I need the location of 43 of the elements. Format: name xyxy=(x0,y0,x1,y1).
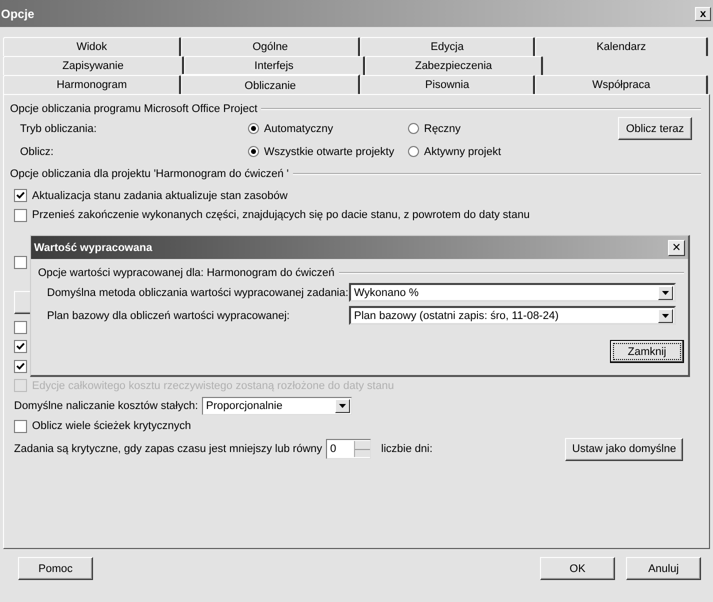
spin-field[interactable]: 0 xyxy=(326,439,372,459)
tab[interactable]: Współpraca xyxy=(535,75,708,94)
dialog-button[interactable]: OK xyxy=(540,557,615,580)
checkbox-option[interactable]: Przenieś zakończenie wykonanych części, znajdujących się po dacie stanu, z powrotem do daty stanu xyxy=(10,206,536,225)
dropdown-field[interactable]: Wykonano % xyxy=(349,283,676,302)
radio-option[interactable]: Aktywny projekt xyxy=(408,146,618,158)
field-label: Tryb obliczania: xyxy=(19,122,98,134)
close-button[interactable]: x xyxy=(695,6,711,20)
field-label: Plan bazowy dla obliczeń wartości wypracowanej: xyxy=(47,310,291,322)
dropdown-field[interactable]: Proporcjonalnie xyxy=(202,397,352,415)
checkbox-option[interactable]: Oblicz wiele ścieżek krytycznych xyxy=(10,416,197,436)
checkbox-option[interactable]: Aktualizacja stanu zadania aktualizuje stan zasobów xyxy=(10,186,294,206)
field-label: Domyślne naliczanie kosztów stałych: xyxy=(14,400,198,412)
tab[interactable]: Widok xyxy=(3,37,182,56)
tab[interactable]: Kalendarz xyxy=(535,37,708,56)
tab[interactable]: Interfejs xyxy=(184,56,365,75)
tab[interactable]: Zabezpieczenia xyxy=(365,56,543,75)
field-label: Domyślna metoda obliczania wartości wypracowanej zadania: xyxy=(47,286,349,298)
field-label: Oblicz: xyxy=(19,146,55,158)
field-label: liczbie dni: xyxy=(381,443,434,455)
tab[interactable]: Edycja xyxy=(360,37,536,56)
dropdown-field[interactable]: Plan bazowy (ostatni zapis: śro, 11-08-24) xyxy=(349,306,676,325)
tab[interactable]: Harmonogram xyxy=(3,75,182,94)
group-title: Opcje obliczania dla projektu 'Harmonogram do ćwiczeń ' xyxy=(10,168,289,180)
field-label: Zadania są krytyczne, gdy zapas czasu jest mniejszy lub równy xyxy=(14,443,322,455)
tab[interactable]: Zapisywanie xyxy=(3,56,184,75)
dialog-button[interactable]: Anuluj xyxy=(626,557,701,580)
radio-option[interactable]: Ręczny xyxy=(408,122,618,134)
window-title: Opcje xyxy=(0,6,34,20)
calculate-now-button[interactable]: Oblicz teraz xyxy=(618,117,692,140)
tab[interactable]: Ogólne xyxy=(181,37,360,56)
close-dialog-button[interactable]: Zamknij xyxy=(610,340,684,363)
set-default-button[interactable]: Ustaw jako domyślne xyxy=(565,438,684,460)
dialog-title: Wartość wypracowana xyxy=(34,242,152,254)
radio-option[interactable]: Wszystkie otwarte projekty xyxy=(248,146,408,158)
tab[interactable]: Obliczanie xyxy=(181,74,360,95)
group-title: Opcje obliczania programu Microsoft Office Project xyxy=(10,103,258,115)
close-button[interactable]: ✕ xyxy=(668,240,685,256)
group-title: Opcje wartości wypracowanej dla: Harmonogram do ćwiczeń xyxy=(38,267,335,279)
spinner-icon xyxy=(354,441,370,457)
dialog-button[interactable]: Pomoc xyxy=(18,557,93,580)
tab[interactable]: Pisownia xyxy=(360,75,536,94)
radio-option[interactable]: Automatyczny xyxy=(248,122,408,134)
